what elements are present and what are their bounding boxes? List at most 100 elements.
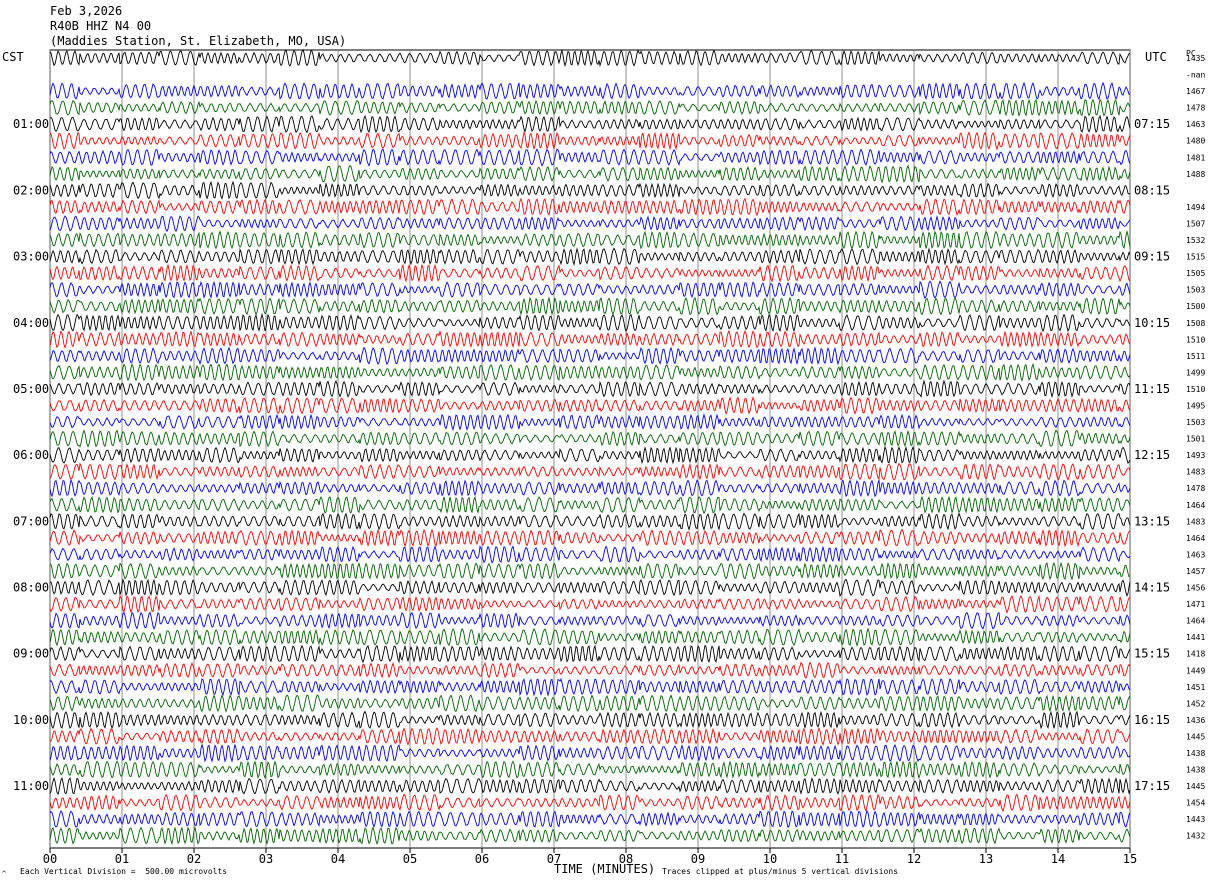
left-hour-label: 07:00 <box>13 514 49 528</box>
seismic-trace <box>49 263 1131 283</box>
seismic-trace <box>49 329 1131 349</box>
trace-value: 1457 <box>1186 567 1205 576</box>
trace-value: 1436 <box>1186 716 1205 725</box>
trace-value: -nan <box>1186 71 1205 80</box>
seismic-trace <box>49 296 1131 316</box>
x-tick-label: 15 <box>1123 852 1137 866</box>
trace-value: 1493 <box>1186 451 1205 460</box>
left-hour-label: 03:00 <box>13 250 49 264</box>
x-tick-label: 02 <box>187 852 201 866</box>
trace-value: 1480 <box>1186 137 1205 146</box>
trace-value: 1467 <box>1186 87 1205 96</box>
x-tick-label: 04 <box>331 852 345 866</box>
x-tick-label: 05 <box>403 852 417 866</box>
seismic-trace <box>49 362 1131 382</box>
seismic-trace <box>49 148 1131 167</box>
seismic-trace <box>49 81 1130 101</box>
x-tick-label: 03 <box>259 852 273 866</box>
seismogram-plot: 00 01 02 03 04 05 06 07 08 09 10 11 12 13 14 1514351467… <box>13 48 1205 866</box>
seismic-trace <box>49 131 1131 151</box>
seismic-trace <box>49 710 1131 730</box>
trace-value: 1464 <box>1186 534 1205 543</box>
trace-value: 1515 <box>1186 253 1205 262</box>
trace-value: 1443 <box>1186 815 1205 824</box>
seismic-trace <box>49 512 1131 532</box>
left-hour-label: 02:00 <box>13 183 49 197</box>
trace-value: 1441 <box>1186 633 1205 642</box>
trace-value: 1463 <box>1186 550 1205 559</box>
x-tick-label: 13 <box>979 852 993 866</box>
seismic-trace <box>49 215 1131 233</box>
trace-value: 1501 <box>1186 435 1205 444</box>
trace-value: 1452 <box>1186 699 1205 708</box>
trace-value: 1454 <box>1186 799 1205 808</box>
seismic-trace <box>49 793 1131 813</box>
seismic-trace <box>49 379 1131 399</box>
right-hour-label: 17:15 <box>1134 779 1170 793</box>
trace-value: 1432 <box>1186 832 1205 841</box>
seismic-trace <box>49 694 1131 713</box>
trace-value: 1508 <box>1186 319 1205 328</box>
seismic-trace <box>49 594 1131 614</box>
seismic-trace <box>49 661 1131 679</box>
trace-value: 1471 <box>1186 600 1205 609</box>
trace-value: 1503 <box>1186 286 1205 295</box>
seismic-trace <box>49 98 1131 118</box>
trace-value: 1445 <box>1186 782 1205 791</box>
trace-value: 1511 <box>1186 352 1205 361</box>
seismic-trace <box>49 611 1131 630</box>
trace-value: 1503 <box>1186 418 1205 427</box>
seismic-trace <box>49 114 1131 134</box>
seismic-trace <box>49 826 1131 846</box>
seismic-trace <box>49 396 1131 415</box>
seismic-trace <box>49 578 1131 597</box>
trace-value: 1505 <box>1186 269 1205 278</box>
trace-value: 1435 <box>1186 54 1205 63</box>
x-tick-label: 09 <box>691 852 705 866</box>
seismic-trace <box>49 545 1131 564</box>
x-tick-label: 11 <box>835 852 849 866</box>
left-hour-label: 01:00 <box>13 117 49 131</box>
seismic-trace <box>49 528 1131 548</box>
left-hour-label: 05:00 <box>13 382 49 396</box>
seismic-trace <box>49 280 1131 300</box>
trace-value: 1451 <box>1186 683 1205 692</box>
seismic-trace <box>49 727 1131 746</box>
trace-value: 1488 <box>1186 170 1205 179</box>
seismic-trace <box>49 776 1131 796</box>
left-hour-label: 08:00 <box>13 581 49 595</box>
trace-value: 1494 <box>1186 203 1205 212</box>
left-hour-label: 09:00 <box>13 647 49 661</box>
trace-value: 1478 <box>1186 484 1205 493</box>
trace-value: 1438 <box>1186 766 1205 775</box>
seismic-trace <box>49 48 1131 68</box>
seismic-trace <box>49 445 1131 465</box>
x-tick-label: 00 <box>43 852 57 866</box>
trace-value: 1438 <box>1186 749 1205 758</box>
trace-value: 1481 <box>1186 153 1205 162</box>
scale-note: Each Vertical Division = 500.00 microvol… <box>20 867 228 876</box>
seismic-trace <box>49 346 1131 366</box>
left-hour-label: 04:00 <box>13 316 49 330</box>
right-hour-label: 14:15 <box>1134 581 1170 595</box>
seismic-trace <box>49 412 1131 431</box>
corner-mark: ^ <box>2 870 7 878</box>
trace-value: 1500 <box>1186 302 1205 311</box>
trace-value: 1483 <box>1186 468 1205 477</box>
seismic-trace <box>49 312 1131 333</box>
trace-value: 1483 <box>1186 517 1205 526</box>
right-hour-label: 08:15 <box>1134 183 1170 197</box>
trace-group <box>49 48 1131 846</box>
trace-value: 1507 <box>1186 219 1205 228</box>
trace-value: 1449 <box>1186 666 1205 675</box>
seismic-trace <box>49 677 1131 697</box>
trace-value: 1510 <box>1186 335 1205 344</box>
seismic-trace <box>49 229 1131 250</box>
seismic-trace <box>49 495 1131 515</box>
trace-value: 1464 <box>1186 617 1205 626</box>
trace-value: 1445 <box>1186 732 1205 741</box>
trace-value: 1495 <box>1186 401 1205 410</box>
right-hour-label: 16:15 <box>1134 713 1170 727</box>
axis-group: 00 01 02 03 04 05 06 07 08 09 10 11 12 13 14 1514351467… <box>13 54 1205 866</box>
x-tick-label: 01 <box>115 852 129 866</box>
